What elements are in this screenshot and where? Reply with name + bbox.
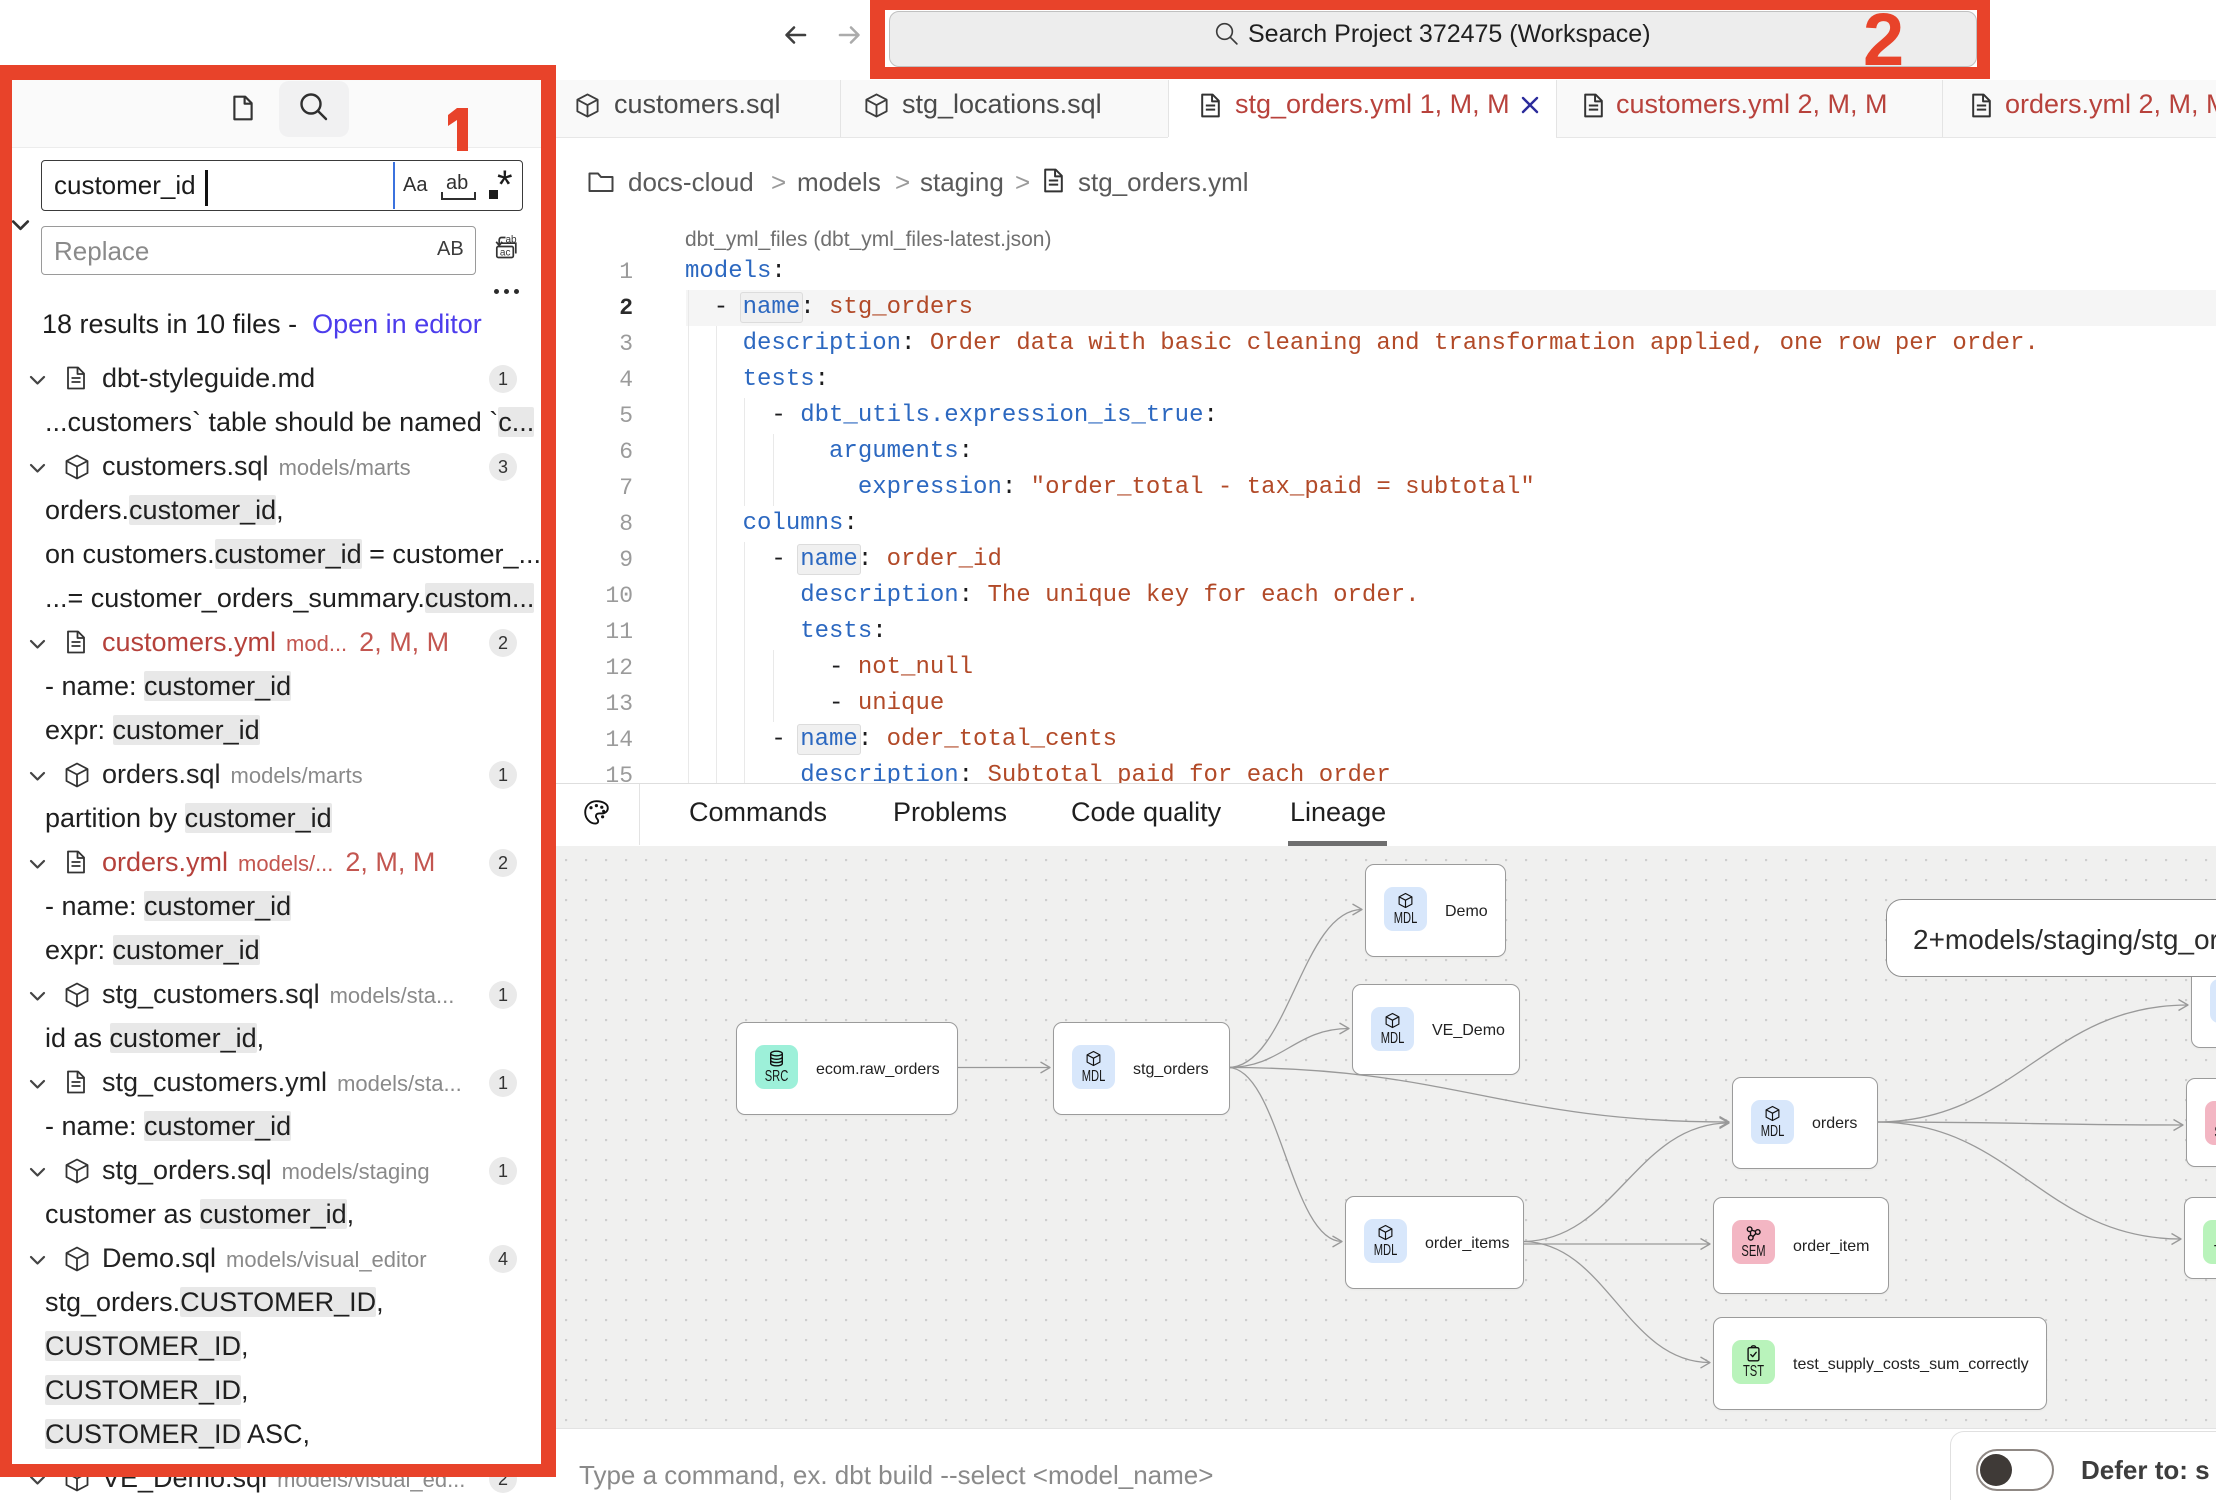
svg-text:ac: ac — [500, 247, 511, 258]
